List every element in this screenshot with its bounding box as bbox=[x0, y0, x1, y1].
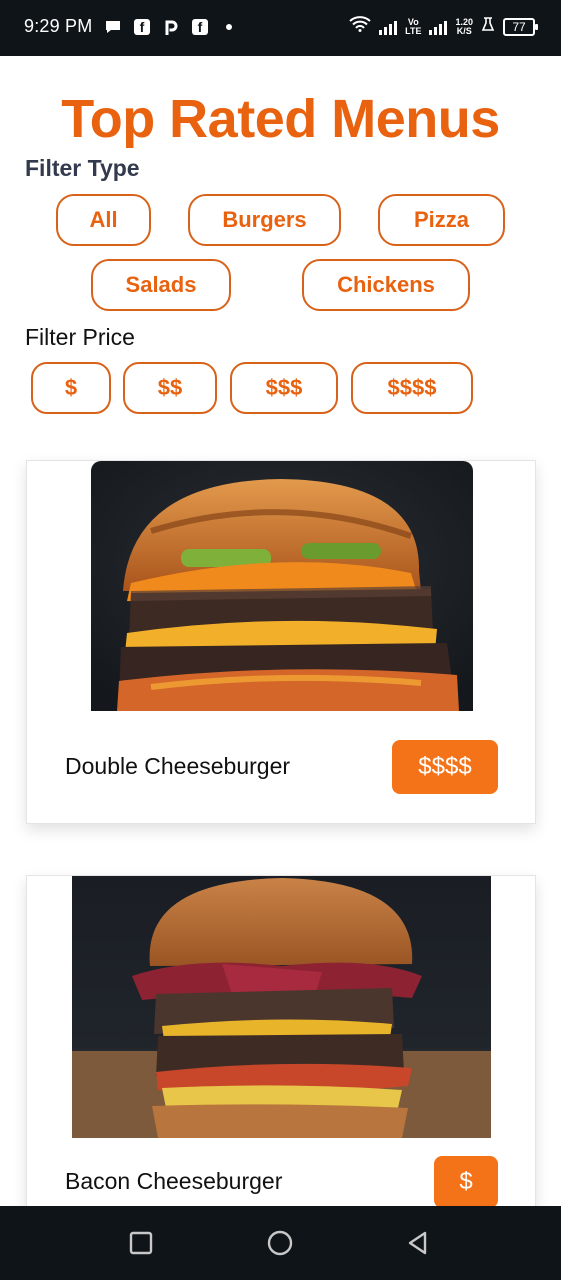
double-cheeseburger-image bbox=[91, 461, 473, 711]
recent-apps-button[interactable] bbox=[128, 1230, 154, 1256]
volte-indicator: Vo LTE bbox=[405, 16, 422, 36]
status-time: 9:29 PM bbox=[24, 16, 93, 36]
filter-type-all[interactable]: All bbox=[56, 194, 151, 246]
menu-item-name: Bacon Cheeseburger bbox=[65, 1168, 283, 1194]
pinterest-notification-icon bbox=[162, 18, 180, 36]
filter-type-label: Filter Type bbox=[25, 155, 140, 181]
filter-type-pizza[interactable]: Pizza bbox=[378, 194, 505, 246]
menu-card[interactable]: Double Cheeseburger $$$$ bbox=[26, 460, 536, 824]
filter-type-chickens[interactable]: Chickens bbox=[302, 259, 470, 311]
filter-price-4[interactable]: $$$$ bbox=[351, 362, 473, 414]
status-bar: 9:29 PM f f Vo LTE 1.20 K/S 77 bbox=[0, 0, 561, 56]
battery-icon: 77 bbox=[503, 17, 538, 36]
facebook-notification-icon: f bbox=[192, 19, 208, 35]
network-speed: 1.20 K/S bbox=[455, 16, 473, 36]
filter-price-label: Filter Price bbox=[25, 324, 135, 350]
menu-item-name: Double Cheeseburger bbox=[65, 753, 291, 779]
signal-icon bbox=[379, 19, 398, 35]
price-badge: $ bbox=[434, 1156, 498, 1208]
home-button[interactable] bbox=[267, 1230, 293, 1256]
chat-notification-icon bbox=[104, 18, 122, 36]
filter-price-2[interactable]: $$ bbox=[123, 362, 217, 414]
page-title: Top Rated Menus bbox=[61, 89, 500, 149]
filter-price-1[interactable]: $ bbox=[31, 362, 111, 414]
price-badge: $$$$ bbox=[392, 740, 498, 794]
back-button[interactable] bbox=[405, 1230, 431, 1256]
filter-type-burgers[interactable]: Burgers bbox=[188, 194, 341, 246]
bacon-cheeseburger-image bbox=[72, 876, 491, 1138]
filter-price-3[interactable]: $$$ bbox=[230, 362, 338, 414]
system-nav-bar bbox=[0, 1206, 561, 1280]
more-notifications-icon bbox=[226, 24, 232, 30]
wifi-icon bbox=[349, 16, 371, 37]
alarm-icon bbox=[481, 16, 495, 37]
signal-icon bbox=[429, 19, 448, 35]
filter-type-salads[interactable]: Salads bbox=[91, 259, 231, 311]
facebook-notification-icon: f bbox=[134, 19, 150, 35]
